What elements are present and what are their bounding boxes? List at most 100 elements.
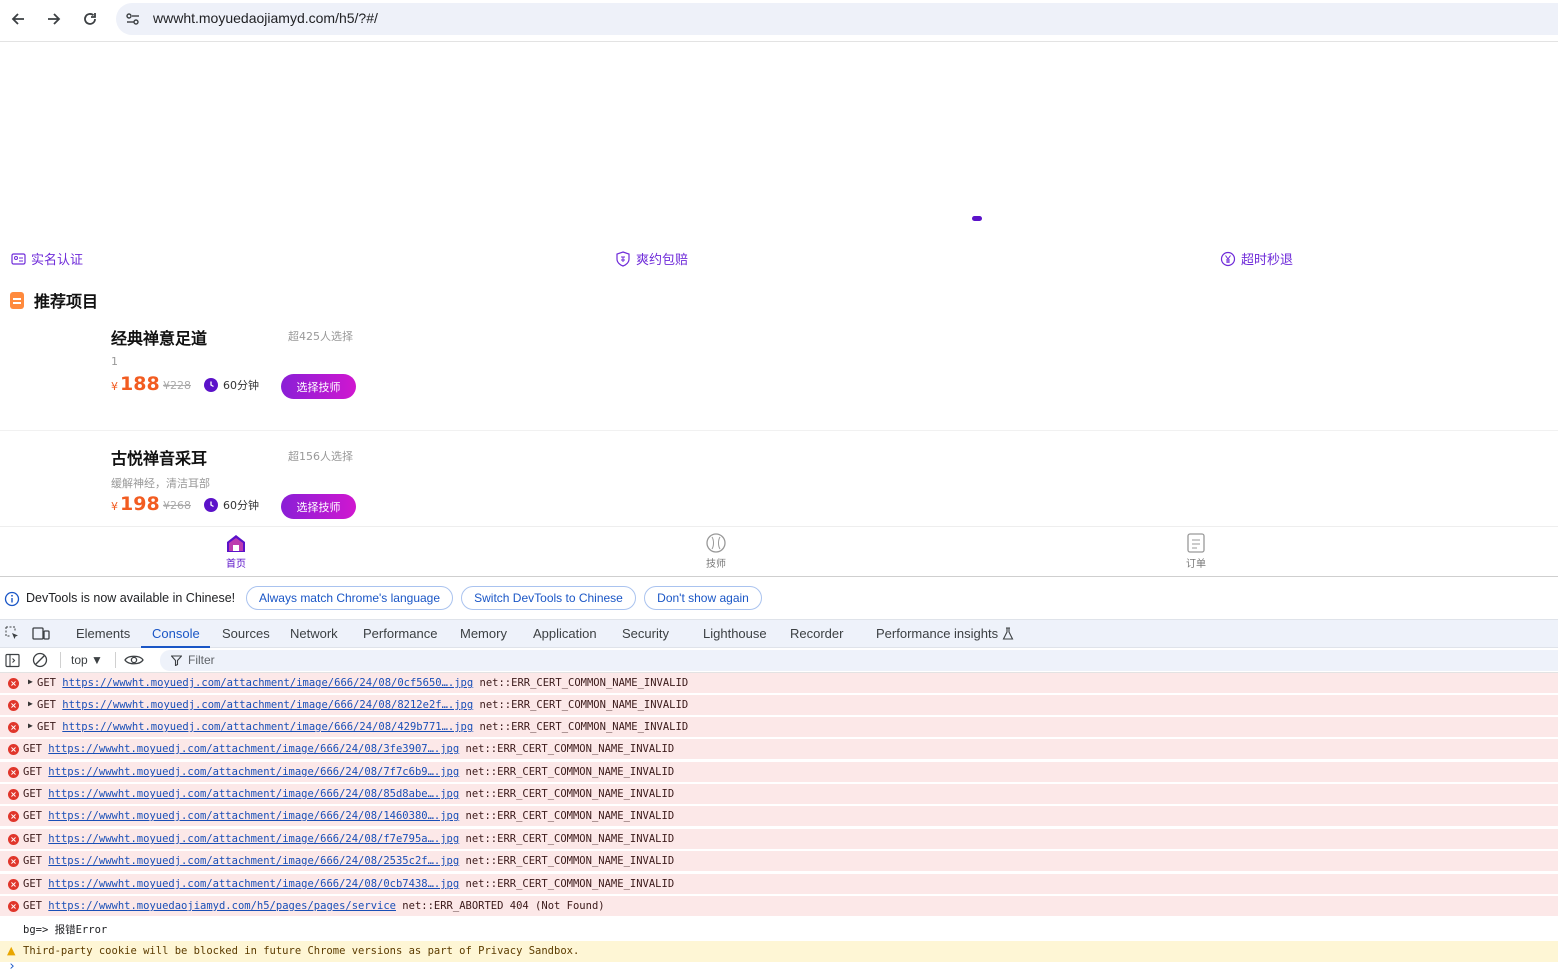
context-value: top	[71, 653, 88, 667]
url-text[interactable]: wwwht.moyuedaojiamyd.com/h5/?#/	[153, 10, 378, 26]
sidebar-toggle-icon[interactable]	[5, 653, 20, 668]
tab-security[interactable]: Security	[622, 626, 669, 641]
console-message: GET https://wwwht.moyuedj.com/attachment…	[23, 833, 674, 845]
tab-sources[interactable]: Sources	[222, 626, 270, 641]
service-price: ¥ 188	[111, 373, 160, 395]
devtools-infobar: DevTools is now available in Chinese! Al…	[0, 577, 1558, 619]
tab-memory[interactable]: Memory	[460, 626, 507, 641]
address-bar[interactable]: wwwht.moyuedaojiamyd.com/h5/?#/	[116, 3, 1558, 35]
tab-console[interactable]: Console	[152, 626, 200, 641]
request-url-link[interactable]: https://wwwht.moyuedj.com/attachment/ima…	[48, 833, 459, 845]
currency-symbol: ¥	[111, 380, 118, 393]
request-method: GET	[37, 699, 63, 711]
console-output: × ▶ GET https://wwwht.moyuedj.com/attachme…	[0, 673, 1558, 974]
error-icon: ×	[8, 678, 19, 689]
service-item[interactable]: 经典禅意足道 超425人选择 1 ¥ 188 ¥228 60分钟 选择技师	[0, 313, 1558, 431]
match-language-button[interactable]: Always match Chrome's language	[246, 586, 453, 610]
request-url-link[interactable]: https://wwwht.moyuedj.com/attachment/ima…	[62, 677, 473, 689]
expand-triangle-icon[interactable]: ▶	[28, 677, 33, 686]
request-method: GET	[37, 721, 63, 733]
console-error-row[interactable]: × GET https://wwwht.moyuedj.com/attachmen…	[0, 784, 1558, 805]
service-name: 古悦禅音采耳	[111, 449, 208, 468]
request-url-link[interactable]: https://wwwht.moyuedj.com/attachment/ima…	[48, 855, 459, 867]
console-error-row[interactable]: × ▶ GET https://wwwht.moyuedj.com/attachme…	[0, 673, 1558, 694]
feature-label: 爽约包赔	[636, 253, 689, 268]
clear-console-icon[interactable]	[32, 652, 48, 668]
error-status: net::ERR_CERT_COMMON_NAME_INVALID	[459, 833, 675, 845]
error-status: net::ERR_CERT_COMMON_NAME_INVALID	[473, 699, 689, 711]
request-url-link[interactable]: https://wwwht.moyuedj.com/attachment/ima…	[48, 743, 459, 755]
inspect-element-icon[interactable]	[5, 626, 20, 641]
separator	[60, 652, 61, 668]
context-selector[interactable]: top ▼	[71, 653, 103, 667]
tab-recorder[interactable]: Recorder	[790, 626, 843, 641]
console-error-row[interactable]: × GET https://wwwht.moyuedj.com/attachmen…	[0, 762, 1558, 783]
tab-lighthouse[interactable]: Lighthouse	[703, 626, 767, 641]
console-error-row[interactable]: × GET https://wwwht.moyuedj.com/attachmen…	[0, 829, 1558, 850]
banner-carousel[interactable]	[0, 43, 1558, 233]
request-method: GET	[23, 833, 49, 845]
forward-button[interactable]	[41, 6, 67, 32]
tab-network[interactable]: Network	[290, 626, 338, 641]
tab-technician[interactable]: 技师	[686, 533, 746, 570]
expand-triangle-icon[interactable]: ▶	[28, 721, 33, 730]
tab-elements[interactable]: Elements	[76, 626, 130, 641]
console-error-row[interactable]: × ▶ GET https://wwwht.moyuedj.com/attachme…	[0, 695, 1558, 716]
console-warning-row[interactable]: ▲ Third-party cookie will be blocked in f…	[0, 941, 1558, 962]
request-method: GET	[37, 677, 63, 689]
dont-show-again-button[interactable]: Don't show again	[644, 586, 762, 610]
reload-button[interactable]	[77, 6, 103, 32]
site-settings-icon[interactable]	[124, 10, 142, 28]
select-technician-button[interactable]: 选择技师	[281, 374, 356, 399]
console-error-row[interactable]: × GET https://wwwht.moyuedaojiamyd.com/h5…	[0, 896, 1558, 917]
console-error-row[interactable]: × GET https://wwwht.moyuedj.com/attachmen…	[0, 806, 1558, 827]
error-icon: ×	[8, 744, 19, 755]
request-url-link[interactable]: https://wwwht.moyuedaojiamyd.com/h5/page…	[48, 900, 396, 912]
console-filter-input[interactable]: Filter	[160, 650, 1558, 671]
request-url-link[interactable]: https://wwwht.moyuedj.com/attachment/ima…	[48, 788, 459, 800]
request-url-link[interactable]: https://wwwht.moyuedj.com/attachment/ima…	[62, 721, 473, 733]
separator	[115, 652, 116, 668]
error-icon: ×	[8, 722, 19, 733]
document-icon	[10, 291, 24, 309]
service-thumbnail[interactable]	[12, 325, 98, 411]
tab-orders[interactable]: 订单	[1166, 533, 1226, 570]
console-message: GET https://wwwht.moyuedj.com/attachment…	[23, 788, 674, 800]
feature-compensation: 爽约包赔	[615, 249, 688, 268]
request-method: GET	[23, 766, 49, 778]
expand-triangle-icon[interactable]: ▶	[28, 699, 33, 708]
tab-label: 技师	[706, 559, 726, 570]
tab-performance-insights[interactable]: Performance insights	[876, 626, 998, 641]
tab-performance[interactable]: Performance	[363, 626, 437, 641]
tab-home[interactable]: 首页	[206, 533, 266, 570]
device-toolbar-icon[interactable]	[32, 626, 50, 641]
devtools-panel: DevTools is now available in Chinese! Al…	[0, 576, 1558, 974]
console-message: GET https://wwwht.moyuedj.com/attachment…	[37, 677, 688, 689]
request-url-link[interactable]: https://wwwht.moyuedj.com/attachment/ima…	[48, 766, 459, 778]
console-error-row[interactable]: × GET https://wwwht.moyuedj.com/attachmen…	[0, 851, 1558, 872]
request-url-link[interactable]: https://wwwht.moyuedj.com/attachment/ima…	[62, 699, 473, 711]
divider	[0, 430, 1558, 431]
console-prompt-chevron-icon[interactable]: ›	[8, 959, 16, 974]
console-message: GET https://wwwht.moyuedj.com/attachment…	[23, 855, 674, 867]
clock-icon	[204, 498, 218, 512]
console-error-row[interactable]: × ▶ GET https://wwwht.moyuedj.com/attachme…	[0, 717, 1558, 738]
order-list-icon	[1187, 533, 1205, 553]
console-log-row[interactable]: bg=> 报错Error	[0, 918, 1558, 939]
select-technician-button[interactable]: 选择技师	[281, 494, 356, 519]
console-error-row[interactable]: × GET https://wwwht.moyuedj.com/attachmen…	[0, 874, 1558, 895]
service-duration: 60分钟	[204, 377, 259, 393]
carousel-indicator[interactable]	[972, 216, 982, 221]
tab-application[interactable]: Application	[533, 626, 597, 641]
service-popularity: 超425人选择	[288, 330, 353, 343]
bottom-tabbar: 首页 技师 订单	[0, 526, 1558, 576]
request-url-link[interactable]: https://wwwht.moyuedj.com/attachment/ima…	[48, 810, 459, 822]
price-value: 198	[120, 493, 160, 515]
service-thumbnail[interactable]	[12, 445, 98, 531]
price-value: 188	[120, 373, 160, 395]
switch-language-button[interactable]: Switch DevTools to Chinese	[461, 586, 636, 610]
console-error-row[interactable]: × GET https://wwwht.moyuedj.com/attachmen…	[0, 739, 1558, 760]
back-button[interactable]	[5, 6, 31, 32]
eye-icon[interactable]	[124, 653, 144, 667]
request-url-link[interactable]: https://wwwht.moyuedj.com/attachment/ima…	[48, 878, 459, 890]
